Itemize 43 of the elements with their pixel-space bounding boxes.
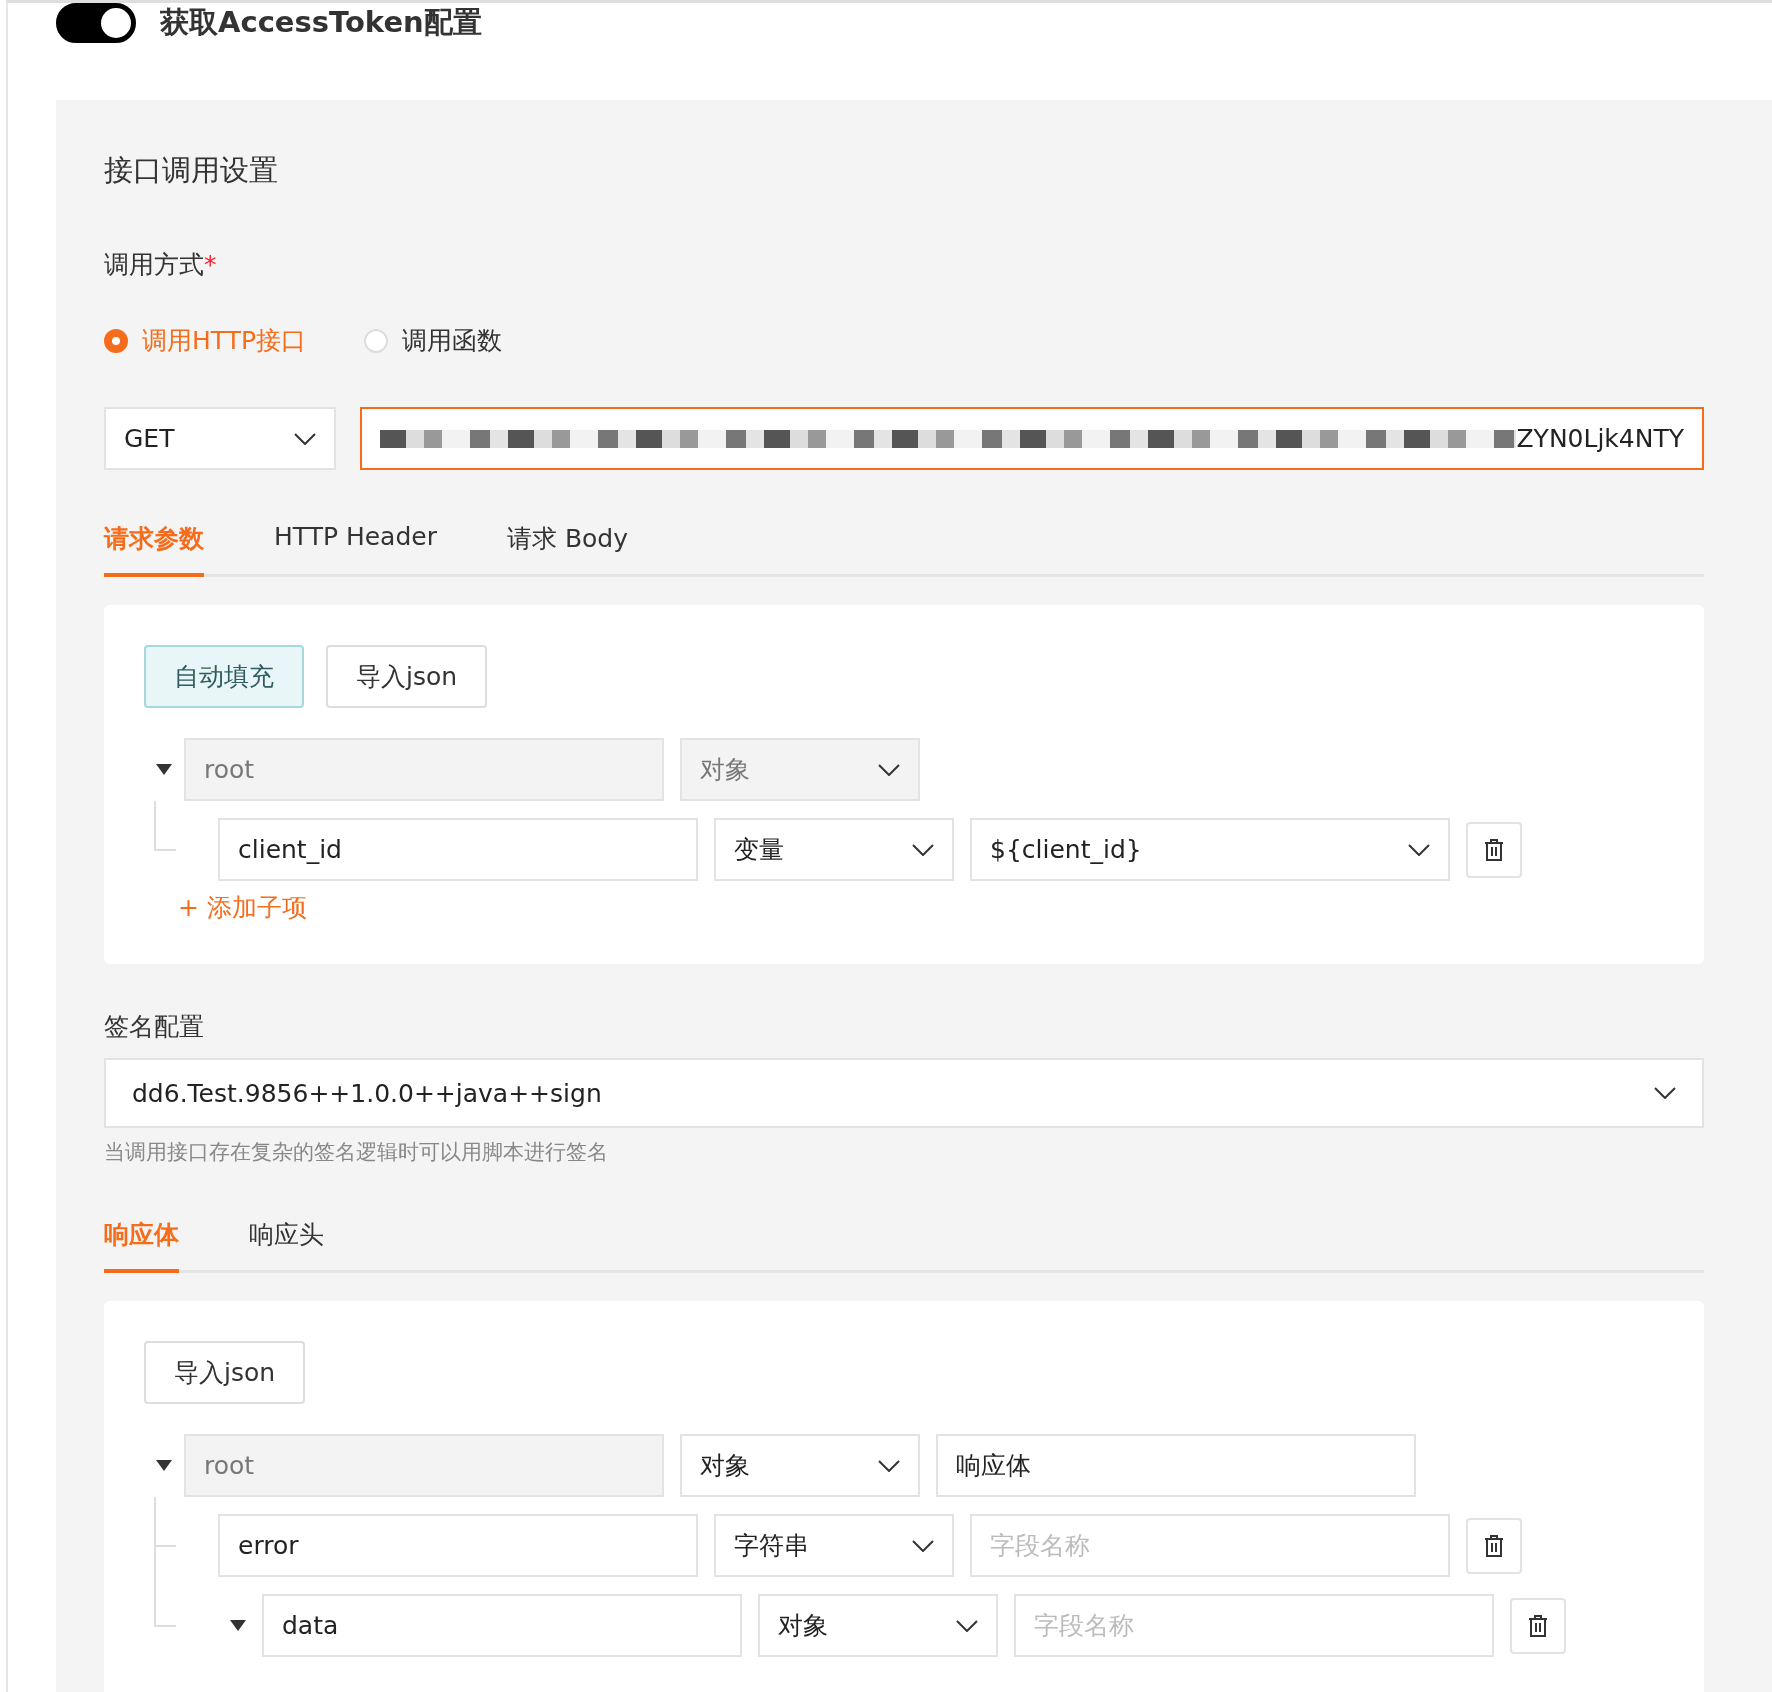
type-select[interactable]: 对象 xyxy=(758,1594,998,1657)
field-name-input[interactable]: error xyxy=(218,1514,698,1577)
type-select[interactable]: 对象 xyxy=(680,1434,920,1497)
tab[interactable]: 响应头 xyxy=(249,1206,324,1273)
tab[interactable]: HTTP Header xyxy=(274,510,437,577)
section-title: 获取AccessToken配置 xyxy=(160,4,482,41)
chevron-down-icon xyxy=(878,1459,900,1472)
field-name-input[interactable]: client_id xyxy=(218,818,698,881)
url-input[interactable]: ZYN0Ljk4NTY xyxy=(360,407,1704,470)
radio-option[interactable]: 调用函数 xyxy=(364,324,502,357)
description-field[interactable]: 响应体 xyxy=(936,1434,1416,1497)
chevron-down-icon xyxy=(912,843,934,856)
import-json-button[interactable]: 导入json xyxy=(144,1341,306,1404)
chevron-down-icon xyxy=(878,763,900,776)
tab[interactable]: 请求 Body xyxy=(506,510,628,577)
delete-button[interactable] xyxy=(1510,1597,1566,1654)
chevron-down-icon xyxy=(1408,843,1430,856)
trash-icon xyxy=(1484,838,1504,861)
field-label: 签名配置 xyxy=(104,1011,205,1043)
chevron-down-icon xyxy=(1654,1087,1676,1099)
signature-select[interactable]: dd6.Test.9856++1.0.0++java++sign xyxy=(104,1058,1704,1128)
trash-icon xyxy=(1484,1534,1504,1557)
trash-icon xyxy=(1528,1614,1548,1637)
hint-text: 当调用接口存在复杂的签名逻辑时可以用脚本进行签名 xyxy=(104,1139,609,1166)
chevron-down-icon xyxy=(956,1619,978,1632)
import-json-button[interactable]: 导入json xyxy=(326,645,488,708)
type-select[interactable]: 变量 xyxy=(714,818,954,881)
autofill-button[interactable]: 自动填充 xyxy=(144,645,304,708)
type-select[interactable]: 字符串 xyxy=(714,1514,954,1577)
chevron-down-icon xyxy=(912,1539,934,1552)
field-label: 调用方式* xyxy=(104,249,218,281)
delete-button[interactable] xyxy=(1466,1517,1522,1574)
delete-button[interactable] xyxy=(1466,821,1522,878)
method-select[interactable]: GET xyxy=(104,407,336,470)
value-select[interactable]: ${client_id} xyxy=(970,818,1450,881)
chevron-down-icon xyxy=(294,432,316,445)
panel-title: 接口调用设置 xyxy=(104,152,279,189)
radio-icon[interactable] xyxy=(104,328,128,353)
toggle-switch[interactable] xyxy=(56,3,136,43)
caret-down-icon[interactable] xyxy=(156,1459,172,1472)
caret-down-icon[interactable] xyxy=(156,763,172,776)
caret-down-icon[interactable] xyxy=(230,1619,246,1632)
field-name-input[interactable]: data xyxy=(262,1594,742,1657)
